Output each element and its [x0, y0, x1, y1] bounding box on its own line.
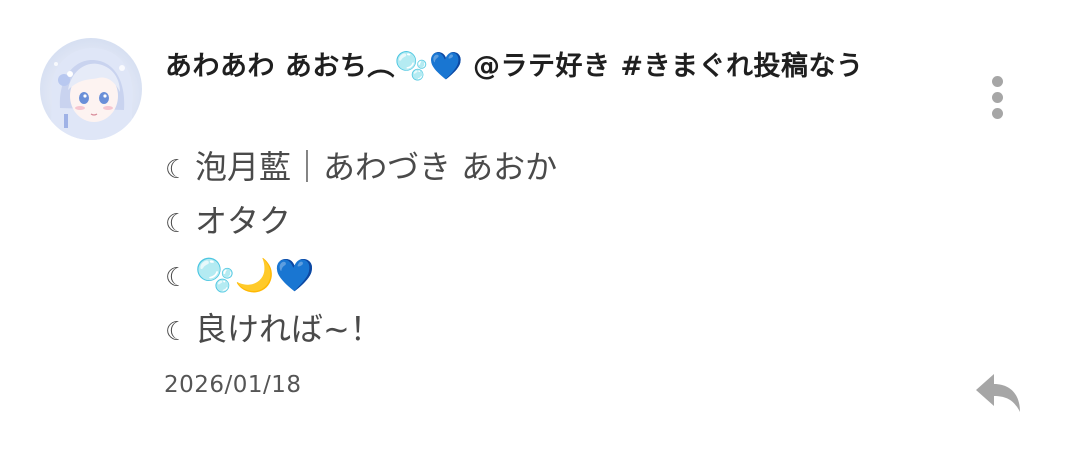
post-date: 2026/01/18 [164, 372, 302, 398]
crescent-marker: ☾ [165, 263, 189, 293]
display-name[interactable]: あわあわ あおち︵🫧💙 @ラテ好き #きまぐれ投稿なう [165, 46, 905, 88]
bio-text: 良ければ~！ [195, 310, 382, 348]
post-body: ☾ 泡月藍｜あわづき あおか ☾ オタク ☾ 🫧🌙💙 ☾ 良ければ~！ [165, 140, 557, 356]
reply-button[interactable] [968, 368, 1028, 418]
avatar-illustration [50, 48, 133, 140]
bio-text: オタク [195, 202, 292, 240]
bio-line: ☾ オタク [165, 194, 557, 248]
bio-line: ☾ 泡月藍｜あわづき あおか [165, 140, 557, 194]
avatar[interactable] [40, 38, 142, 140]
reply-arrow-icon [976, 374, 1020, 412]
bio-emoji-text: 🫧🌙💙 [195, 256, 315, 294]
crescent-marker: ☾ [165, 155, 189, 185]
post-card: あわあわ あおち︵🫧💙 @ラテ好き #きまぐれ投稿なう ☾ 泡月藍｜あわづき あお… [0, 0, 1080, 452]
bio-text: 泡月藍｜あわづき あおか [195, 148, 558, 186]
bio-line: ☾ 良ければ~！ [165, 302, 557, 356]
more-options-button[interactable] [980, 72, 1016, 124]
bio-line: ☾ 🫧🌙💙 [165, 248, 557, 302]
crescent-marker: ☾ [165, 209, 189, 239]
crescent-marker: ☾ [165, 317, 189, 347]
